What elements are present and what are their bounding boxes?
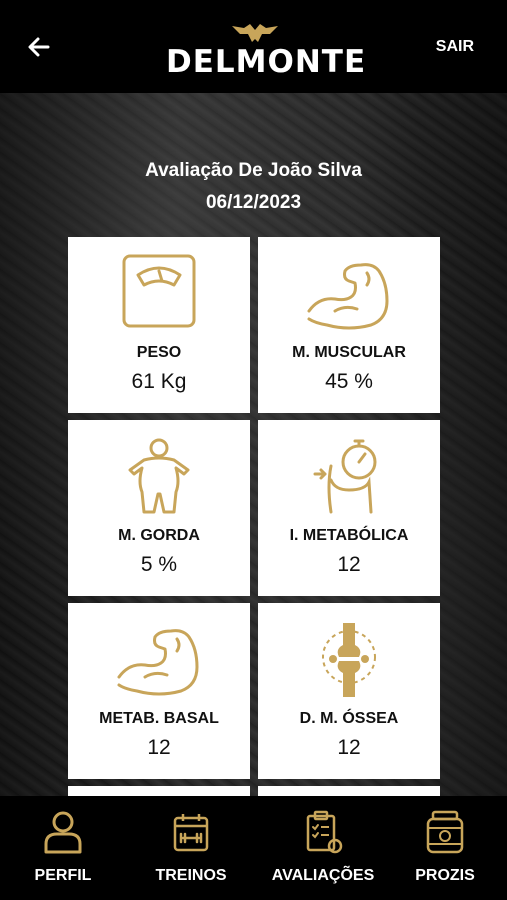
eagle-crest-icon bbox=[232, 24, 278, 42]
nav-treinos[interactable]: TREINOS bbox=[136, 804, 246, 894]
evaluation-date: 06/12/2023 bbox=[205, 192, 302, 213]
metabolism-stopwatch-icon bbox=[313, 439, 377, 514]
metric-label: I. METABÓLICA bbox=[289, 527, 409, 544]
back-button[interactable] bbox=[26, 34, 52, 60]
metric-label: PESO bbox=[136, 344, 182, 361]
nav-prozis[interactable]: PROZIS bbox=[390, 804, 500, 894]
scale-icon bbox=[122, 254, 196, 328]
metric-card-idade-metabolica[interactable]: I. METABÓLICA 12 bbox=[258, 420, 440, 596]
metric-label: M. GORDA bbox=[118, 527, 200, 544]
flexed-arm-icon bbox=[117, 629, 199, 696]
nav-label: AVALIAÇÕES bbox=[271, 867, 375, 884]
nav-label: PROZIS bbox=[415, 867, 475, 884]
logout-button[interactable]: SAIR bbox=[436, 38, 474, 56]
bottom-navigation: PERFIL TREINOS AVALIAÇÕES PROZIS bbox=[0, 796, 507, 900]
logo-wordmark: DELMONTE bbox=[166, 44, 367, 80]
delmonte-logo: DELMONTE bbox=[166, 22, 365, 80]
metric-card-densidade-ossea[interactable]: D. M. ÓSSEA 12 bbox=[258, 603, 440, 779]
metric-value: 61 Kg bbox=[131, 370, 187, 393]
bone-joint-icon bbox=[322, 623, 376, 697]
user-icon bbox=[44, 811, 82, 854]
flexed-arm-icon bbox=[307, 263, 389, 330]
metric-value: 12 bbox=[147, 736, 171, 759]
metric-label: D. M. ÓSSEA bbox=[299, 710, 399, 727]
metric-card-massa-gorda[interactable]: M. GORDA 5 % bbox=[68, 420, 250, 596]
metric-label: M. MUSCULAR bbox=[292, 344, 406, 361]
workout-calendar-icon bbox=[173, 814, 209, 852]
metric-card-metabolismo-basal[interactable]: METAB. BASAL 12 bbox=[68, 603, 250, 779]
metric-card-partial bbox=[258, 786, 440, 796]
metric-value: 12 bbox=[337, 736, 361, 759]
clipboard-checklist-icon bbox=[306, 810, 343, 854]
top-bar: DELMONTE SAIR bbox=[0, 0, 507, 93]
metric-value: 5 % bbox=[140, 553, 178, 576]
metric-card-massa-muscular[interactable]: M. MUSCULAR 45 % bbox=[258, 237, 440, 413]
metric-value: 12 bbox=[337, 553, 361, 576]
metric-label: METAB. BASAL bbox=[99, 710, 219, 727]
evaluation-title: Avaliação De João Silva bbox=[145, 160, 362, 181]
metric-card-peso[interactable]: PESO 61 Kg bbox=[68, 237, 250, 413]
metric-value: 45 % bbox=[325, 370, 373, 393]
nav-perfil[interactable]: PERFIL bbox=[8, 804, 118, 894]
arrow-left-icon bbox=[28, 37, 50, 57]
metric-card-partial bbox=[68, 786, 250, 796]
nav-avaliacoes[interactable]: AVALIAÇÕES bbox=[268, 804, 378, 894]
supplement-jar-icon bbox=[426, 810, 464, 854]
body-fat-icon bbox=[128, 438, 190, 514]
nav-label: PERFIL bbox=[34, 867, 92, 884]
nav-label: TREINOS bbox=[155, 867, 227, 884]
